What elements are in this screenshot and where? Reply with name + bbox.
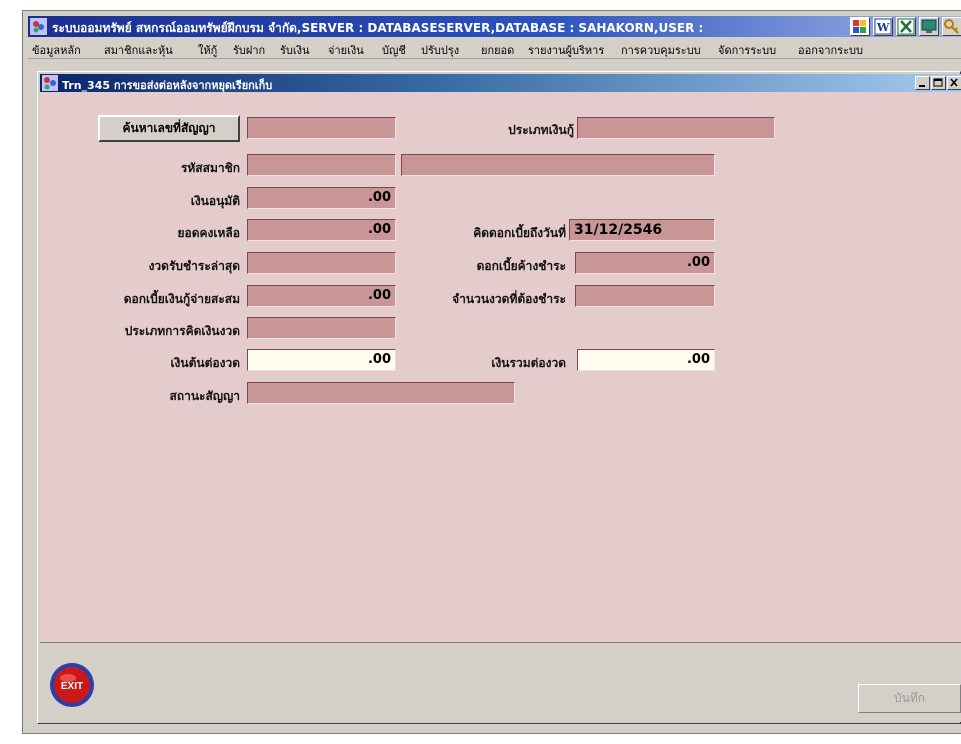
word-icon[interactable]: W xyxy=(873,17,893,36)
last-installment-label: งวดรับชำระล่าสุด xyxy=(148,259,240,273)
menu-master-data[interactable]: ข้อมูลหลัก xyxy=(32,41,81,59)
member-name-field[interactable] xyxy=(401,154,715,176)
app-title: ระบบออมทรัพย์ สหกรณ์ออมทรัพย์ฝึกบรม จำกั… xyxy=(52,21,704,35)
save-button[interactable]: บันทึก xyxy=(858,684,961,713)
contract-number-field[interactable] xyxy=(247,117,396,139)
menu-pay-money[interactable]: จ่ายเงิน xyxy=(328,41,364,59)
interest-to-date-field[interactable]: 31/12/2546 xyxy=(569,219,715,241)
app-title-bar: ระบบออมทรัพย์ สหกรณ์ออมทรัพย์ฝึกบรม จำกั… xyxy=(28,16,961,37)
search-contract-button[interactable]: ค้นหาเลขที่สัญญา xyxy=(98,115,240,142)
loan-type-field[interactable] xyxy=(577,117,775,139)
menu-executive-reports[interactable]: รายงานผู้บริหาร xyxy=(528,41,604,59)
menu-loans[interactable]: ให้กู้ xyxy=(198,41,217,59)
menu-system-control[interactable]: การควบคุมระบบ xyxy=(621,41,701,59)
principal-per-installment-label: เงินต้นต่องวด xyxy=(170,356,240,370)
menu-members-shares[interactable]: สมาชิกและหุ้น xyxy=(104,41,173,59)
menu-accounting[interactable]: บัญชี xyxy=(382,41,406,59)
installments-due-field[interactable] xyxy=(575,285,715,307)
svg-text:W: W xyxy=(876,21,890,34)
exit-button[interactable]: EXIT xyxy=(49,662,95,708)
balance-label: ยอดคงเหลือ xyxy=(177,226,241,240)
menu-bar: ข้อมูลหลัก สมาชิกและหุ้น ให้กู้ รับฝาก ร… xyxy=(28,37,961,59)
principal-per-installment-input[interactable]: .00 xyxy=(247,349,396,371)
app-icon xyxy=(30,18,47,35)
close-window-button[interactable] xyxy=(947,76,961,90)
child-window-title-bar: Trn_345 การขอส่งต่อหลังจากหยุดเรียกเก็บ xyxy=(40,74,961,92)
total-per-installment-input[interactable]: .00 xyxy=(577,349,715,371)
installment-calc-type-field[interactable] xyxy=(247,317,396,339)
contract-status-field[interactable] xyxy=(247,382,515,404)
interest-due-label: ดอกเบี้ยค้างชำระ xyxy=(476,259,566,273)
accumulated-interest-label: ดอกเบี้ยเงินกู้จ่ายสะสม xyxy=(123,292,240,306)
excel-icon[interactable] xyxy=(896,17,916,36)
loan-type-label: ประเภทเงินกู้ xyxy=(508,123,574,137)
accumulated-interest-field[interactable]: .00 xyxy=(247,285,396,307)
approved-amount-field[interactable]: .00 xyxy=(247,187,396,209)
last-installment-field[interactable] xyxy=(247,252,396,274)
menu-logout[interactable]: ออกจากระบบ xyxy=(798,41,863,59)
total-per-installment-label: เงินรวมต่องวด xyxy=(491,356,566,370)
interest-due-field[interactable]: .00 xyxy=(575,252,715,274)
footer-bar xyxy=(40,642,961,722)
contract-status-label: สถานะสัญญา xyxy=(169,389,241,403)
exit-label: EXIT xyxy=(61,681,83,692)
menu-deposits[interactable]: รับฝาก xyxy=(233,41,265,59)
menu-receive-money[interactable]: รับเงิน xyxy=(280,41,310,59)
balance-field[interactable]: .00 xyxy=(247,219,396,241)
key-icon[interactable] xyxy=(942,17,961,36)
maximize-window-button[interactable] xyxy=(931,76,946,90)
approved-amount-label: เงินอนุมัติ xyxy=(190,194,240,208)
member-code-label: รหัสสมาชิก xyxy=(180,161,240,175)
menu-adjust[interactable]: ปรับปรุง xyxy=(421,41,459,59)
window-icon xyxy=(42,75,58,91)
minimize-window-button[interactable] xyxy=(915,76,930,90)
monitor-icon[interactable] xyxy=(919,17,939,36)
tool-palette-icon[interactable] xyxy=(850,17,870,36)
installment-calc-type-label: ประเภทการคิดเงินงวด xyxy=(124,324,240,338)
installments-due-label: จำนวนงวดที่ต้องชำระ xyxy=(452,292,566,306)
interest-to-date-label: คิดดอกเบี้ยถึงวันที่ xyxy=(473,226,566,240)
member-code-field[interactable] xyxy=(247,154,396,176)
menu-system-admin[interactable]: จัดการระบบ xyxy=(718,41,776,59)
menu-carry-forward[interactable]: ยกยอด xyxy=(481,41,514,59)
